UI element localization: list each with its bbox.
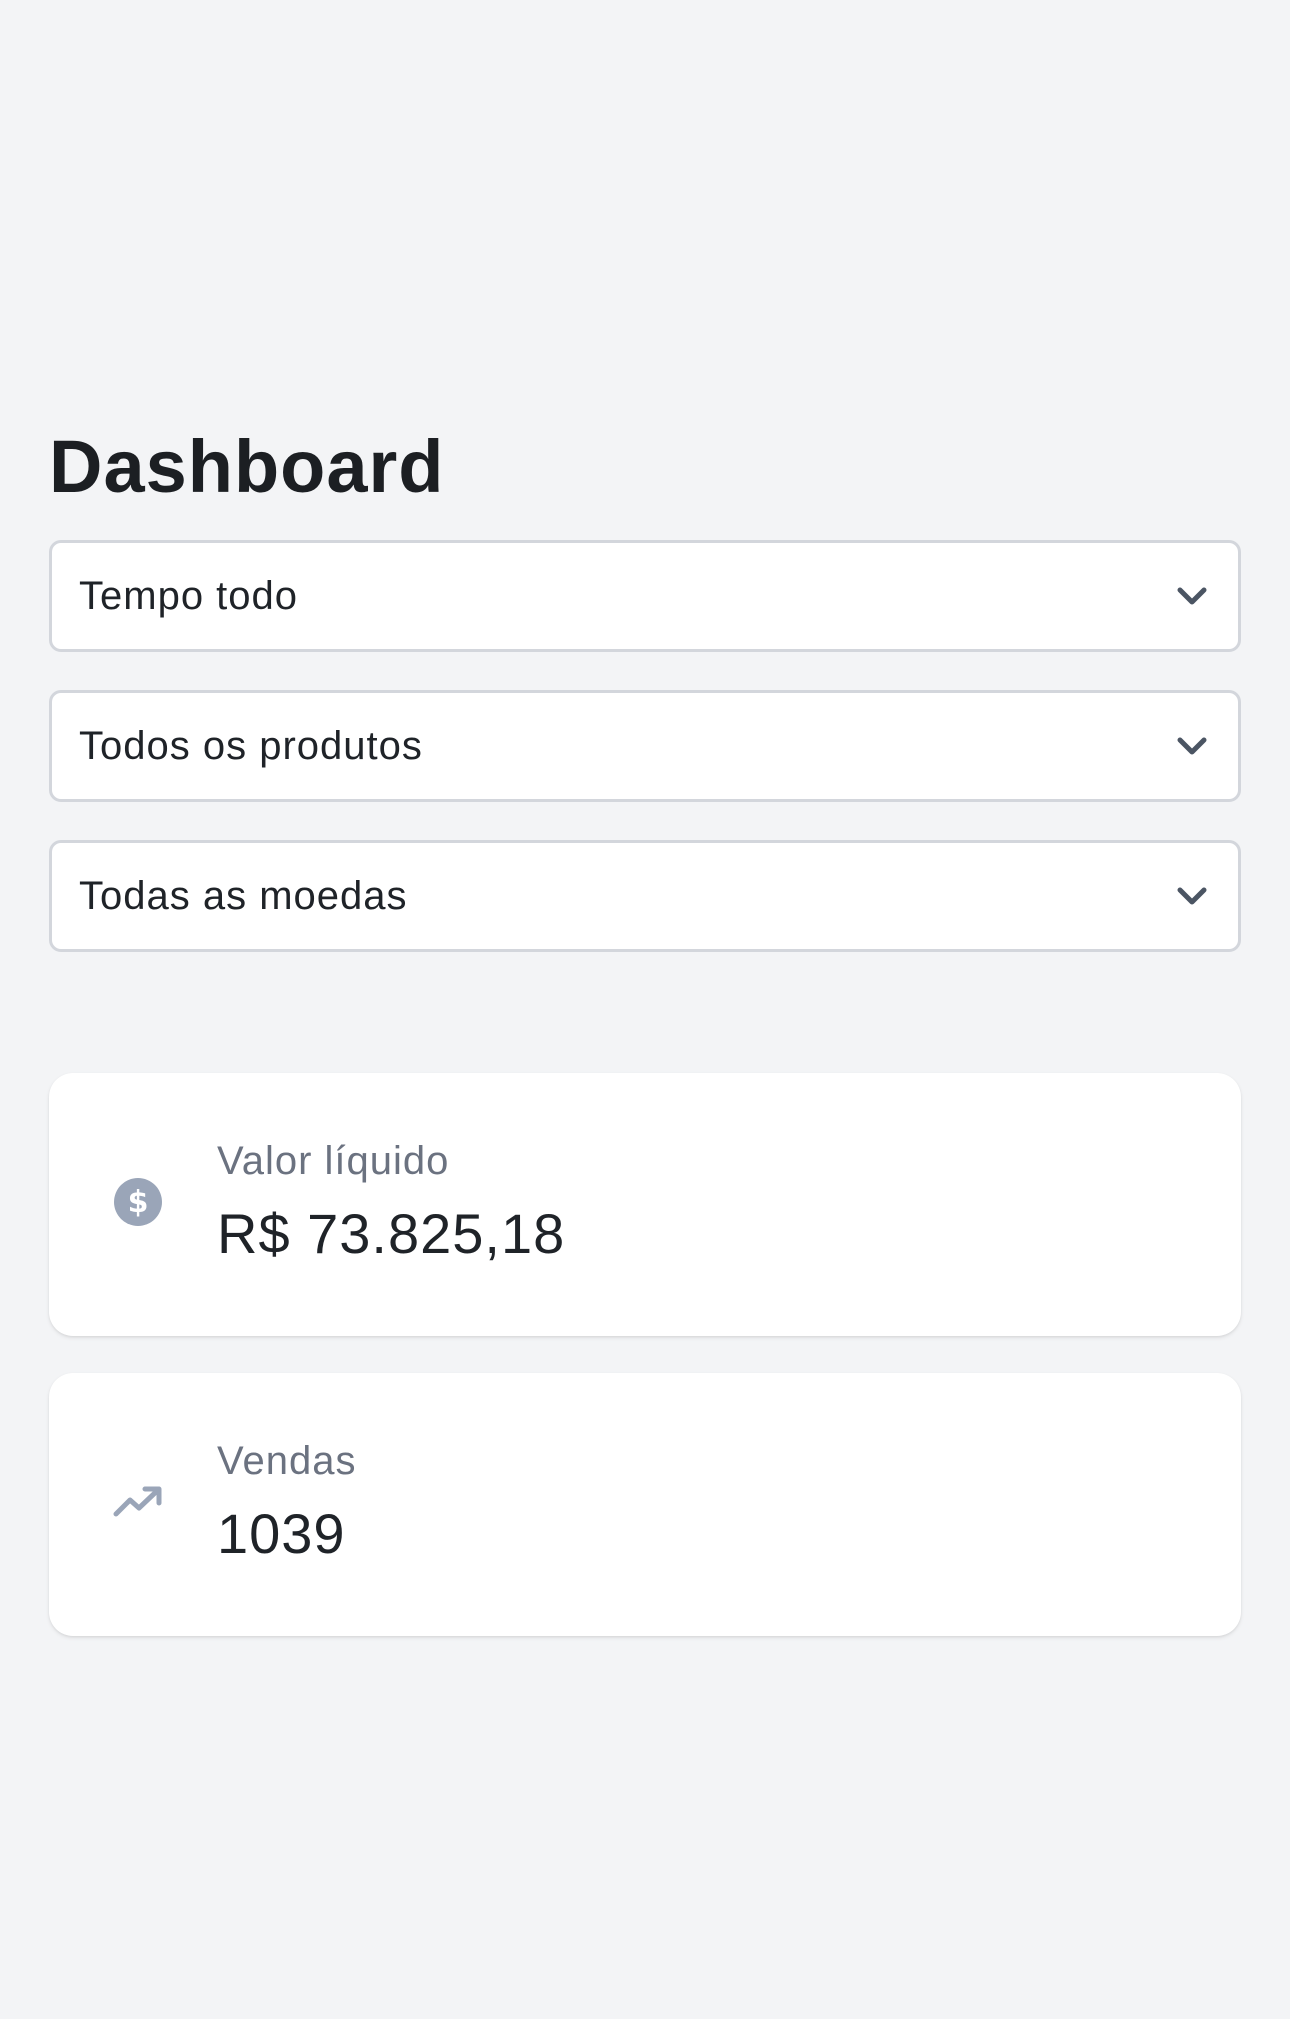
trending-up-icon [112, 1476, 164, 1528]
dollar-circle-icon: $ [112, 1176, 164, 1228]
net-value-label: Valor líquido [217, 1139, 450, 1183]
sales-card: Vendas 1039 [49, 1373, 1241, 1636]
product-select-value: Todos os produtos [79, 723, 423, 768]
currency-select-value: Todas as moedas [79, 873, 408, 918]
product-select[interactable]: Todos os produtos [49, 690, 1241, 802]
sales-label: Vendas [217, 1439, 357, 1483]
chevron-down-icon [1174, 578, 1210, 614]
net-value-card: $ Valor líquido R$ 73.825,18 [49, 1073, 1241, 1336]
currency-select[interactable]: Todas as moedas [49, 840, 1241, 952]
svg-text:$: $ [128, 1185, 149, 1220]
sales-count: 1039 [217, 1502, 346, 1565]
net-value-amount: R$ 73.825,18 [217, 1202, 566, 1265]
page-title: Dashboard [49, 425, 445, 508]
chevron-down-icon [1174, 878, 1210, 914]
period-select-value: Tempo todo [79, 573, 299, 618]
chevron-down-icon [1174, 728, 1210, 764]
period-select[interactable]: Tempo todo [49, 540, 1241, 652]
